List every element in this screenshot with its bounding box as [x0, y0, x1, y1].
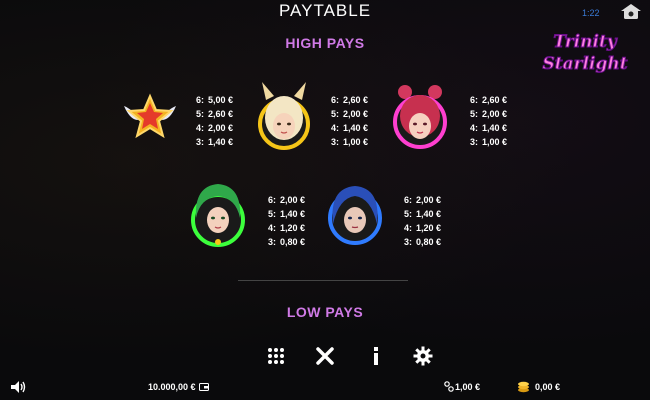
pay-row: 4: 1,20 €: [268, 221, 305, 235]
divider: [238, 280, 408, 281]
pay-count: 6:: [331, 95, 340, 105]
star-symbol-icon: [124, 93, 176, 139]
pay-value: 2,00 €: [343, 109, 369, 119]
pay-row: 6: 5,00 €: [196, 93, 233, 107]
balance-value: 10.000,00 €: [148, 382, 196, 392]
pay-value: 2,60 €: [343, 95, 369, 105]
pay-row: 5: 1,40 €: [268, 207, 305, 221]
pay-value: 1,00 €: [343, 137, 369, 147]
speaker-icon[interactable]: [10, 380, 26, 394]
green-girl-symbol-icon: [191, 184, 245, 247]
star-paytable: 6: 5,00 € 5: 2,60 € 4: 2,00 € 3: 1,40 €: [196, 93, 233, 149]
pay-count: 4:: [268, 223, 277, 233]
gear-icon[interactable]: [413, 346, 433, 366]
pay-value: 2,00 €: [482, 109, 508, 119]
pay-count: 4:: [470, 123, 479, 133]
pay-value: 1,20 €: [280, 223, 306, 233]
blonde-girl-symbol-icon: [258, 82, 310, 150]
pay-count: 5:: [268, 209, 277, 219]
pay-value: 0,80 €: [280, 237, 306, 247]
blue-girl-symbol-icon: [328, 186, 382, 245]
pay-value: 1,40 €: [482, 123, 508, 133]
pink-girl-symbol-icon: [393, 85, 447, 149]
pay-value: 1,20 €: [416, 223, 442, 233]
pay-value: 1,40 €: [208, 137, 234, 147]
pay-row: 3: 0,80 €: [268, 235, 305, 249]
bottom-bar: 10.000,00 € 1,00 € 0,00 €: [0, 376, 650, 400]
pay-row: 5: 2,60 €: [196, 107, 233, 121]
home-icon[interactable]: [620, 4, 642, 20]
pay-row: 4: 2,00 €: [196, 121, 233, 135]
pay-row: 6: 2,00 €: [404, 193, 441, 207]
pay-count: 6:: [470, 95, 479, 105]
pay-row: 5: 1,40 €: [404, 207, 441, 221]
pay-value: 2,60 €: [482, 95, 508, 105]
pay-row: 5: 2,00 €: [331, 107, 368, 121]
pay-count: 3:: [268, 237, 277, 247]
paytable-controls: [0, 346, 650, 366]
pay-count: 4:: [404, 223, 413, 233]
pay-row: 6: 2,00 €: [268, 193, 305, 207]
pay-count: 5:: [196, 109, 205, 119]
pay-value: 1,40 €: [343, 123, 369, 133]
pay-row: 3: 0,80 €: [404, 235, 441, 249]
green-girl-paytable: 6: 2,00 € 5: 1,40 € 4: 1,20 € 3: 0,80 €: [268, 193, 305, 249]
pay-count: 4:: [331, 123, 340, 133]
high-pays-title: HIGH PAYS: [285, 35, 365, 51]
pay-count: 3:: [196, 137, 205, 147]
pay-count: 5:: [331, 109, 340, 119]
pay-value: 1,40 €: [280, 209, 306, 219]
pay-value: 2,60 €: [208, 109, 234, 119]
pay-row: 4: 1,40 €: [470, 121, 507, 135]
pay-count: 3:: [331, 137, 340, 147]
pay-count: 6:: [196, 95, 205, 105]
pay-count: 5:: [470, 109, 479, 119]
low-pays-title: LOW PAYS: [286, 304, 364, 320]
bet-value: 1,00 €: [455, 382, 481, 392]
pay-value: 1,00 €: [482, 137, 508, 147]
pay-row: 4: 1,20 €: [404, 221, 441, 235]
blonde-girl-paytable: 6: 2,60 € 5: 2,00 € 4: 1,40 € 3: 1,00 €: [331, 93, 368, 149]
pay-row: 6: 2,60 €: [470, 93, 507, 107]
pay-value: 2,00 €: [208, 123, 234, 133]
pay-value: 2,00 €: [280, 195, 306, 205]
pay-count: 6:: [404, 195, 413, 205]
pay-row: 3: 1,00 €: [331, 135, 368, 149]
pay-row: 4: 1,40 €: [331, 121, 368, 135]
pay-count: 4:: [196, 123, 205, 133]
pay-value: 0,80 €: [416, 237, 442, 247]
pink-girl-paytable: 6: 2,60 € 5: 2,00 € 4: 1,40 € 3: 1,00 €: [470, 93, 507, 149]
pay-value: 2,00 €: [416, 195, 442, 205]
pay-row: 5: 2,00 €: [470, 107, 507, 121]
page-title: PAYTABLE: [278, 1, 372, 20]
grid-menu-icon[interactable]: [266, 346, 286, 366]
pay-count: 6:: [268, 195, 277, 205]
pay-count: 3:: [470, 137, 479, 147]
blue-girl-paytable: 6: 2,00 € 5: 1,40 € 4: 1,20 € 3: 0,80 €: [404, 193, 441, 249]
bet-link-icon[interactable]: [444, 381, 454, 392]
coin-stack-icon: [518, 381, 529, 393]
logo-line-2: Starlight: [542, 54, 627, 74]
info-icon[interactable]: [366, 346, 386, 366]
wallet-icon: [199, 383, 209, 391]
close-icon[interactable]: [315, 346, 335, 366]
pay-value: 1,40 €: [416, 209, 442, 219]
win-value: 0,00 €: [535, 382, 561, 392]
clock: 1:22: [582, 8, 600, 18]
pay-row: 6: 2,60 €: [331, 93, 368, 107]
pay-count: 3:: [404, 237, 413, 247]
pay-count: 5:: [404, 209, 413, 219]
pay-value: 5,00 €: [208, 95, 234, 105]
pay-row: 3: 1,00 €: [470, 135, 507, 149]
pay-row: 3: 1,40 €: [196, 135, 233, 149]
